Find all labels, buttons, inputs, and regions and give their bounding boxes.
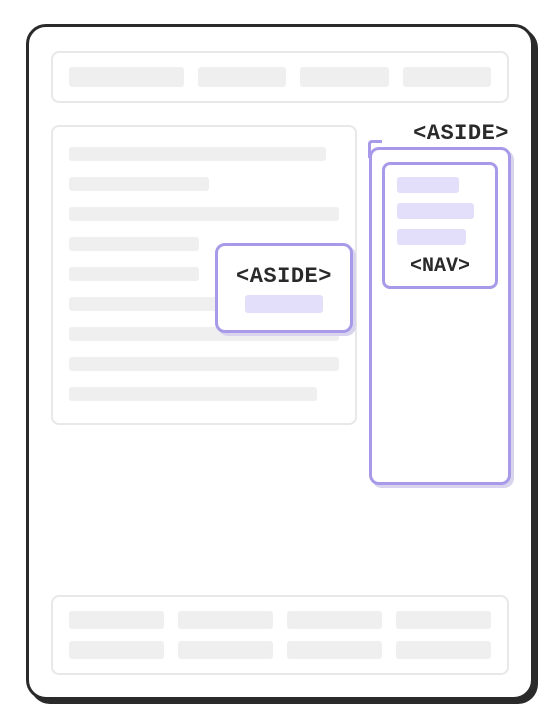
text-line — [69, 207, 339, 221]
footer-row — [69, 611, 491, 629]
text-line — [69, 177, 209, 191]
text-line — [69, 387, 317, 401]
header-placeholder — [69, 67, 184, 87]
footer-placeholder — [69, 611, 164, 629]
footer-placeholder — [396, 611, 491, 629]
aside-inline-label: <ASIDE> — [236, 264, 332, 289]
footer-placeholder — [178, 611, 273, 629]
nav-label: <NAV> — [397, 255, 483, 278]
nav-item-placeholder — [397, 203, 474, 219]
aside-sidebar: <NAV> — [369, 147, 511, 485]
aside-notch-icon — [368, 140, 382, 158]
header-placeholder — [403, 67, 491, 87]
header-placeholder — [300, 67, 388, 87]
footer-placeholder — [287, 611, 382, 629]
nav-item-placeholder — [397, 177, 459, 193]
text-line — [69, 267, 199, 281]
nav-region: <NAV> — [382, 162, 498, 289]
main-content-region: <ASIDE> — [51, 125, 357, 425]
nav-item-placeholder — [397, 229, 466, 245]
aside-inline: <ASIDE> — [215, 243, 353, 333]
footer-placeholder — [396, 641, 491, 659]
footer-row — [69, 641, 491, 659]
text-line — [69, 237, 199, 251]
aside-sidebar-wrapper: <ASIDE> <NAV> — [369, 147, 511, 485]
text-line — [69, 147, 326, 161]
aside-sidebar-label: <ASIDE> — [413, 121, 509, 146]
aside-placeholder — [245, 295, 323, 313]
footer-placeholder — [178, 641, 273, 659]
text-line — [69, 357, 339, 371]
footer-region — [51, 595, 509, 675]
footer-placeholder — [69, 641, 164, 659]
page-frame: <ASIDE> <ASIDE> <NAV> — [26, 24, 534, 700]
footer-placeholder — [287, 641, 382, 659]
header-placeholder — [198, 67, 286, 87]
header-region — [51, 51, 509, 103]
